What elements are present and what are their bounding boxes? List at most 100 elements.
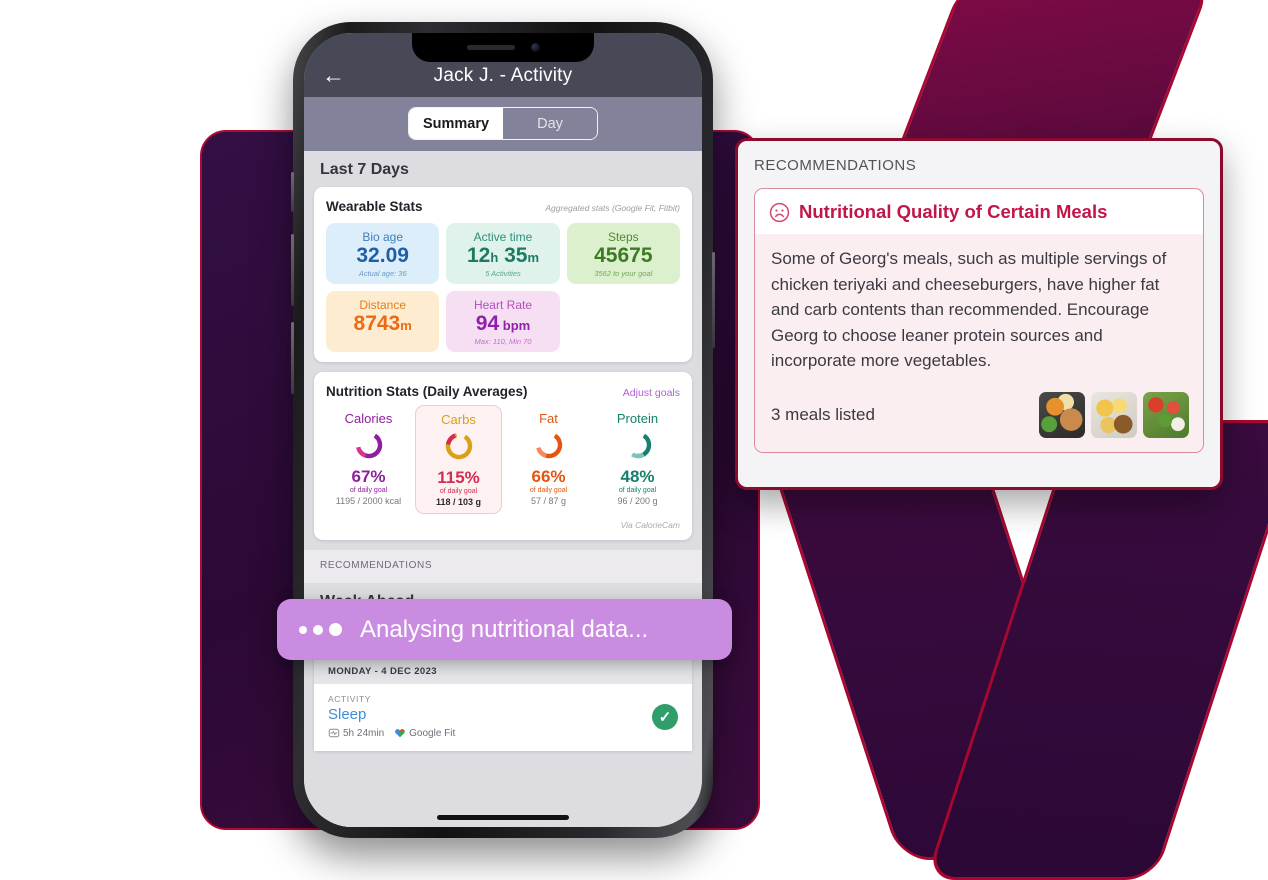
toast-message: Analysing nutritional data... (360, 615, 649, 643)
panel-label: RECOMMENDATIONS (754, 157, 917, 174)
app-scroll-area[interactable]: Last 7 Days Wearable Stats Aggregated st… (304, 151, 702, 827)
activity-row-main: ACTIVITY Sleep 5h 24min Google Fit (328, 694, 652, 739)
recommendation-card[interactable]: Nutritional Quality of Certain Meals Som… (754, 188, 1204, 453)
loading-dots-icon (299, 623, 342, 636)
activity-name[interactable]: Sleep (328, 706, 652, 723)
recommendation-header: Nutritional Quality of Certain Meals (755, 189, 1203, 234)
recommendation-footer: 3 meals listed (755, 379, 1203, 452)
tab-summary[interactable]: Summary (409, 108, 503, 139)
meal-thumbnail-3[interactable] (1143, 391, 1189, 438)
composition-stage: ← Jack J. - Activity Summary Day Last 7 … (0, 0, 1268, 880)
macro-percent: 115% (437, 468, 480, 488)
wearable-tile-label: Bio age (362, 230, 404, 244)
wearable-source-note: Aggregated stats (Google Fit, Fitbit) (545, 203, 680, 213)
activity-source: Google Fit (409, 727, 456, 739)
recommendations-panel: RECOMMENDATIONS Nutritional Quality of C… (735, 138, 1223, 490)
wearable-tile-label: Heart Rate (473, 298, 532, 313)
check-circle-icon: ✓ (652, 703, 678, 730)
wearable-stats-card: Wearable Stats Aggregated stats (Google … (314, 187, 692, 363)
wearable-card-header: Wearable Stats Aggregated stats (Google … (326, 199, 680, 214)
macro-carbs[interactable]: Carbs 115% of daily goal 118 / 103 g (415, 405, 502, 515)
activity-meta: 5h 24min Google Fit (328, 727, 652, 739)
meal-thumbnail-2[interactable] (1091, 391, 1137, 438)
phone-power-button[interactable] (712, 252, 715, 348)
wearable-tile-value: 12h 35m (466, 244, 540, 267)
sad-face-icon (769, 202, 790, 222)
macro-percent: 48% (620, 467, 655, 487)
wearable-tile-value: 45675 (594, 244, 653, 267)
wearable-tile-label: Steps (607, 230, 639, 244)
wearable-tile-value: 94 bpm (475, 312, 531, 336)
meal-thumbnail-1[interactable] (1039, 391, 1085, 438)
activity-duration: 5h 24min (343, 727, 385, 739)
macro-protein[interactable]: Protein 48% of daily goal 96 / 200 g (595, 405, 680, 514)
back-arrow-icon[interactable]: ← (322, 64, 352, 87)
earpiece-speaker-icon (466, 45, 515, 50)
activity-row[interactable]: ACTIVITY Sleep 5h 24min Google Fit ✓ (314, 684, 692, 751)
macro-percent: 66% (531, 467, 566, 487)
front-camera-icon (530, 43, 540, 52)
adjust-goals-link[interactable]: Adjust goals (623, 387, 680, 399)
section-heading-last-7-days: Last 7 Days (320, 161, 409, 178)
nutrition-stats-card: Nutrition Stats (Daily Averages) Adjust … (314, 372, 692, 541)
wearable-tile-4[interactable]: Heart Rate 94 bpm Max: 110, Min 70 (446, 291, 560, 353)
macro-goal-caption: of daily goal (618, 487, 657, 495)
analysing-toast[interactable]: Analysing nutritional data... (277, 599, 732, 660)
wearable-tile-2[interactable]: Steps 45675 3562 to your goal (566, 223, 680, 285)
tile-spacer (567, 291, 680, 352)
macro-goal-caption: of daily goal (529, 487, 568, 495)
wearable-tile-note: Actual age: 36 (358, 269, 407, 279)
macro-name: Calories (344, 411, 393, 427)
activity-kicker: ACTIVITY (328, 694, 372, 705)
macro-name: Carbs (441, 412, 476, 428)
activity-duration-group: 5h 24min (328, 727, 384, 739)
phone-mockup: ← Jack J. - Activity Summary Day Last 7 … (291, 22, 715, 838)
macro-donut-ring (535, 431, 562, 459)
wearable-card-title: Wearable Stats (326, 199, 423, 214)
macro-percent: 67% (351, 467, 386, 487)
macro-donut-ring (445, 432, 472, 460)
segmented-control: Summary Day (408, 107, 598, 140)
wearable-tile-value: 32.09 (356, 244, 409, 267)
macro-donut-ring (355, 431, 382, 459)
wearable-tiles-row-2: Distance 8743m Heart Rate 94 bpm Max: 110, M… (326, 291, 680, 353)
wearable-tile-label: Distance (359, 298, 406, 313)
in-app-recommendations-label: RECOMMENDATIONS (304, 550, 702, 584)
wearable-tile-0[interactable]: Bio age 32.09 Actual age: 36 (326, 223, 440, 285)
wearable-tile-note: 5 Activities (485, 269, 521, 279)
wearable-tile-note: Max: 110, Min 70 (474, 337, 532, 347)
macro-name: Fat (539, 411, 558, 427)
macro-name: Protein (616, 411, 659, 427)
phone-volume-button[interactable] (291, 322, 294, 394)
home-indicator[interactable] (437, 815, 569, 820)
wearable-tile-3[interactable]: Distance 8743m (326, 291, 440, 353)
macro-absolute: 1195 / 2000 kcal (335, 496, 402, 507)
macro-calories[interactable]: Calories 67% of daily goal 1195 / 2000 kcal (326, 405, 411, 514)
activity-monitor-icon (328, 728, 340, 738)
activity-source-group: Google Fit (394, 727, 455, 739)
macro-fat[interactable]: Fat 66% of daily goal 57 / 87 g (506, 405, 591, 514)
weekly-card-date: MONDAY - 4 DEC 2023 (314, 659, 692, 685)
macro-absolute: 118 / 103 g (435, 497, 482, 508)
phone-screen: ← Jack J. - Activity Summary Day Last 7 … (304, 33, 702, 827)
wearable-tile-value: 8743m (353, 312, 412, 336)
wearable-tile-note: 3562 to your goal (594, 269, 653, 279)
recommendation-body: Some of Georg's meals, such as multiple … (755, 234, 1203, 380)
macro-donut-ring (624, 431, 651, 459)
macro-absolute: 96 / 200 g (617, 496, 658, 507)
page-title: Jack J. - Activity (433, 65, 573, 86)
macro-absolute: 57 / 87 g (530, 496, 567, 507)
wearable-tile-label: Active time (473, 230, 533, 244)
wearable-tiles-row-1: Bio age 32.09 Actual age: 36 Active time 12h… (326, 223, 680, 285)
tab-day[interactable]: Day (503, 108, 597, 139)
nutrition-card-title: Nutrition Stats (Daily Averages) (326, 384, 528, 400)
recommendation-title: Nutritional Quality of Certain Meals (799, 201, 1108, 222)
macro-goal-caption: of daily goal (349, 487, 388, 495)
macro-goal-caption: of daily goal (439, 488, 478, 496)
phone-notch (412, 33, 594, 62)
segmented-control-bar: Summary Day (304, 97, 702, 151)
meals-count: 3 meals listed (771, 404, 875, 424)
nutrition-card-header: Nutrition Stats (Daily Averages) Adjust … (326, 384, 680, 399)
macro-donut-list: Calories 67% of daily goal 1195 / 2000 kcal… (326, 405, 680, 515)
wearable-tile-1[interactable]: Active time 12h 35m 5 Activities (446, 223, 560, 285)
